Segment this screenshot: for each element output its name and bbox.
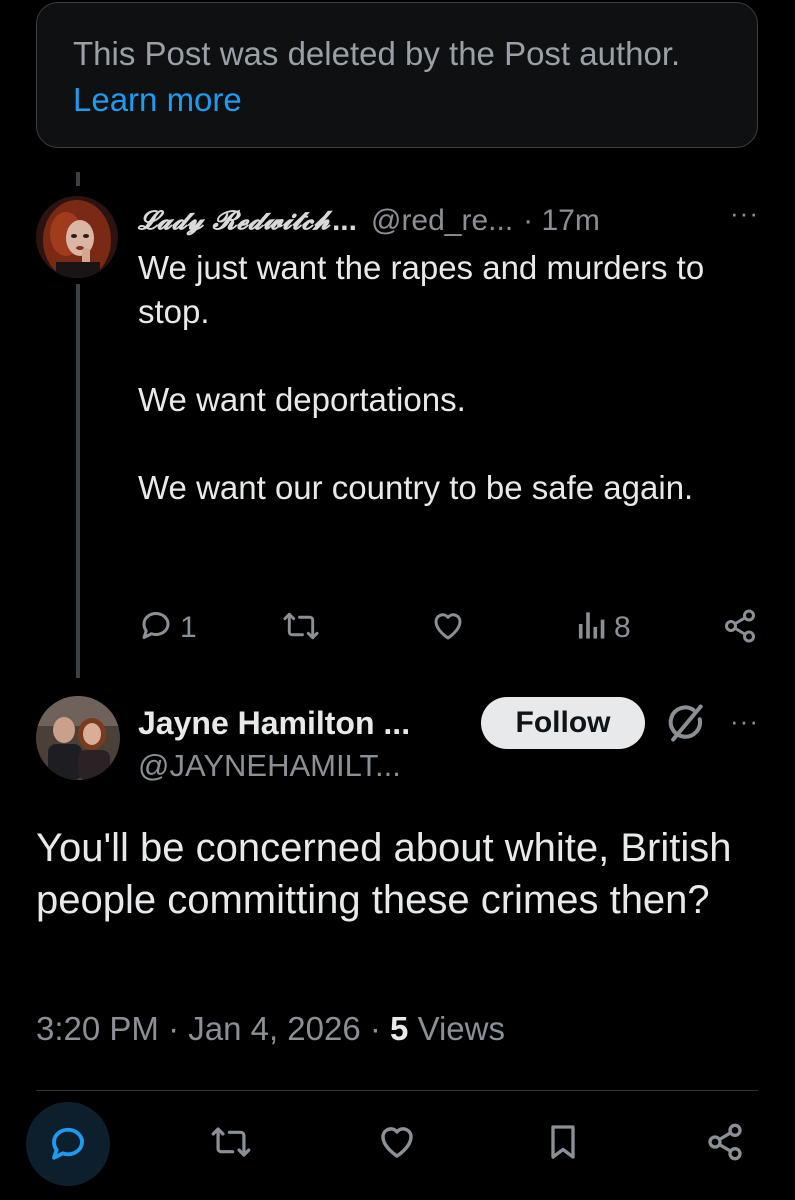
reply-post-header: 𝓛𝓪𝓭𝔂 𝓡𝓮𝓭𝔀𝓲𝓽𝓬𝓱 ... @red_re... · 17m [138, 196, 767, 246]
reply-paragraph: We want our country to be safe again. [138, 469, 694, 506]
deleted-post-notice: This Post was deleted by the Post author… [36, 2, 758, 148]
bookmark-button[interactable] [536, 1117, 590, 1171]
reply-post-text: We just want the rapes and murders to st… [138, 246, 738, 510]
repost-icon [282, 608, 320, 649]
thread-connector-top [76, 172, 80, 186]
main-like-button[interactable] [370, 1117, 424, 1171]
grok-icon[interactable] [664, 701, 708, 750]
reply-like-button[interactable] [430, 608, 466, 648]
reply-name-ellipsis: ... [331, 204, 357, 237]
avatar-lady-redwitch[interactable] [36, 196, 118, 278]
main-repost-button[interactable] [204, 1117, 258, 1171]
avatar-jayne-hamilton[interactable] [36, 696, 120, 780]
bookmark-icon [543, 1121, 583, 1168]
follow-button[interactable]: Follow [481, 697, 645, 749]
main-post-text: You'll be concerned about white, British… [36, 826, 732, 922]
post-meta: 3:20 PM · Jan 4, 2026 · 5 Views [36, 1010, 505, 1048]
reply-timestamp[interactable]: · 17m [523, 204, 600, 238]
deleted-notice-text: This Post was deleted by the Post author… [73, 35, 681, 72]
reply-display-name[interactable]: 𝓛𝓪𝓭𝔂 𝓡𝓮𝓭𝔀𝓲𝓽𝓬𝓱 [138, 206, 330, 237]
main-reply-button[interactable] [41, 1117, 95, 1171]
reply-icon [47, 1121, 89, 1168]
reply-count: 1 [180, 611, 197, 644]
share-icon [705, 1122, 745, 1167]
main-handle[interactable]: @JAYNEHAMILT... [138, 748, 401, 784]
learn-more-link[interactable]: Learn more [73, 81, 242, 118]
divider [36, 1090, 758, 1091]
like-icon [376, 1121, 418, 1168]
share-icon [722, 608, 758, 649]
main-more-icon[interactable]: ··· [730, 706, 759, 737]
reply-views-button[interactable]: 8 [576, 608, 631, 648]
main-share-button[interactable] [698, 1117, 752, 1171]
reply-paragraph: We just want the rapes and murders to st… [138, 249, 705, 330]
views-icon [576, 606, 608, 650]
main-display-name[interactable]: Jayne Hamilton ... [138, 705, 410, 742]
views-label: Views [417, 1010, 505, 1047]
reply-reply-button[interactable]: 1 [138, 608, 197, 648]
thread-connector [76, 284, 80, 678]
reply-repost-button[interactable] [282, 608, 320, 648]
reply-more-icon[interactable]: ··· [730, 198, 759, 229]
post-timestamp[interactable]: 3:20 PM · Jan 4, 2026 · [36, 1010, 381, 1047]
reply-handle[interactable]: @red_re... [371, 204, 513, 238]
reply-share-button[interactable] [722, 608, 758, 649]
reply-paragraph: We want deportations. [138, 381, 466, 418]
repost-icon [210, 1122, 252, 1167]
reply-icon [138, 606, 174, 650]
views-number: 5 [390, 1010, 409, 1047]
like-icon [430, 608, 466, 649]
main-post-header: Jayne Hamilton ... [138, 700, 410, 746]
views-count: 8 [614, 611, 631, 644]
